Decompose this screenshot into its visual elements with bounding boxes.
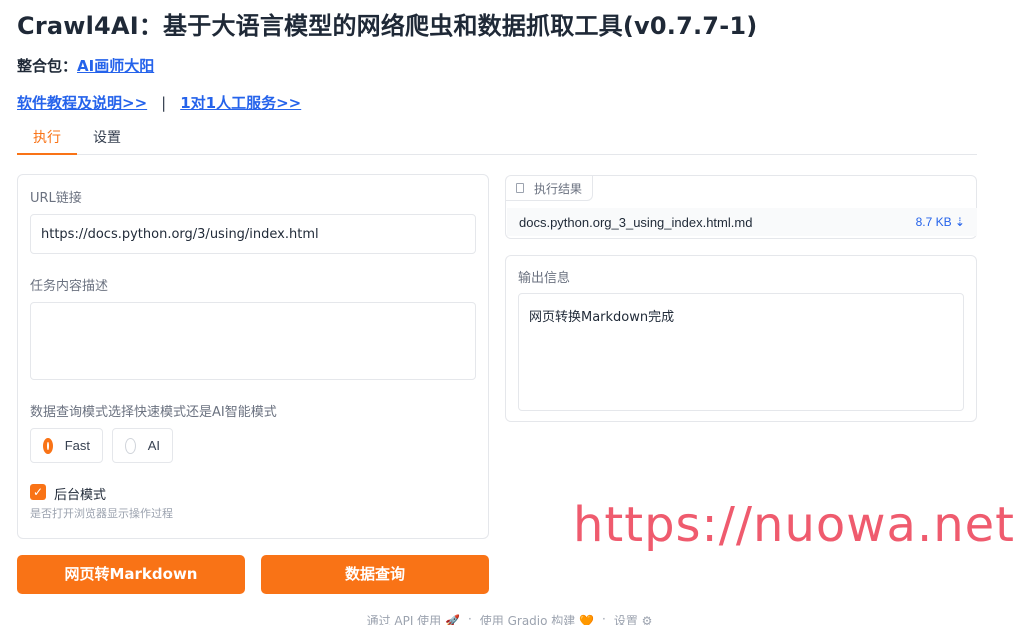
query-button[interactable]: 数据查询 (261, 555, 489, 594)
mode-label: 数据查询模式选择快速模式还是AI智能模式 (30, 405, 277, 420)
tab-settings[interactable]: 设置 (77, 124, 137, 155)
result-panel: 执行结果 docs.python.org_3_using_index.html.… (505, 175, 977, 239)
task-textarea[interactable] (30, 302, 476, 380)
to-markdown-button[interactable]: 网页转Markdown (17, 555, 245, 594)
output-textarea[interactable]: 网页转换Markdown完成 (518, 293, 964, 411)
package-line: 整合包：AI画师大阳 (17, 55, 154, 76)
background-hint: 是否打开浏览器显示操作过程 (30, 507, 173, 520)
mode-option-ai-label: AI (147, 438, 160, 453)
footer: 通过 API 使用 🚀 · 使用 Gradio 构建 🧡 · 设置 ⚙ (0, 612, 1019, 625)
footer-settings-link[interactable]: 设置 ⚙ (614, 612, 653, 625)
result-file-name[interactable]: docs.python.org_3_using_index.html.md (519, 215, 752, 230)
package-link[interactable]: AI画师大阳 (77, 57, 154, 75)
url-input[interactable]: https://docs.python.org/3/using/index.ht… (30, 214, 476, 254)
footer-dot: · (467, 612, 472, 625)
url-label: URL链接 (30, 191, 82, 206)
result-badge-label: 执行结果 (534, 181, 583, 196)
tab-execute[interactable]: 执行 (17, 124, 77, 155)
background-checkbox[interactable]: ✓ (30, 484, 46, 500)
task-label: 任务内容描述 (30, 279, 109, 294)
result-file-size[interactable]: 8.7 KB ⇣ (916, 215, 965, 229)
help-links: 软件教程及说明>> | 1对1人工服务>> (17, 92, 301, 113)
page-title: Crawl4AI：基于大语言模型的网络爬虫和数据抓取工具(v0.7.7-1) (17, 12, 758, 40)
mode-option-fast-label: Fast (64, 438, 90, 453)
footer-dot: · (602, 612, 606, 625)
file-icon (516, 183, 524, 193)
output-panel: 输出信息 网页转换Markdown完成 (505, 255, 977, 422)
radio-selected-icon (43, 437, 53, 454)
watermark: https://nuowa.net (573, 497, 1015, 553)
mode-option-ai[interactable]: AI (112, 428, 173, 463)
service-link[interactable]: 1对1人工服务>> (180, 92, 301, 113)
footer-gradio-link[interactable]: 使用 Gradio 构建 🧡 (480, 612, 594, 625)
footer-api-link[interactable]: 通过 API 使用 🚀 (367, 612, 460, 625)
result-badge: 执行结果 (506, 176, 594, 201)
mode-option-fast[interactable]: Fast (30, 428, 103, 463)
link-separator: | (161, 93, 167, 112)
tutorial-link[interactable]: 软件教程及说明>> (17, 92, 147, 113)
radio-unselected-icon (125, 437, 136, 454)
tab-bar: 执行 设置 (17, 124, 977, 155)
package-label: 整合包： (17, 57, 78, 75)
result-file-row[interactable]: docs.python.org_3_using_index.html.md 8.… (507, 208, 977, 236)
output-label: 输出信息 (518, 271, 571, 286)
background-label: 后台模式 (54, 488, 107, 503)
